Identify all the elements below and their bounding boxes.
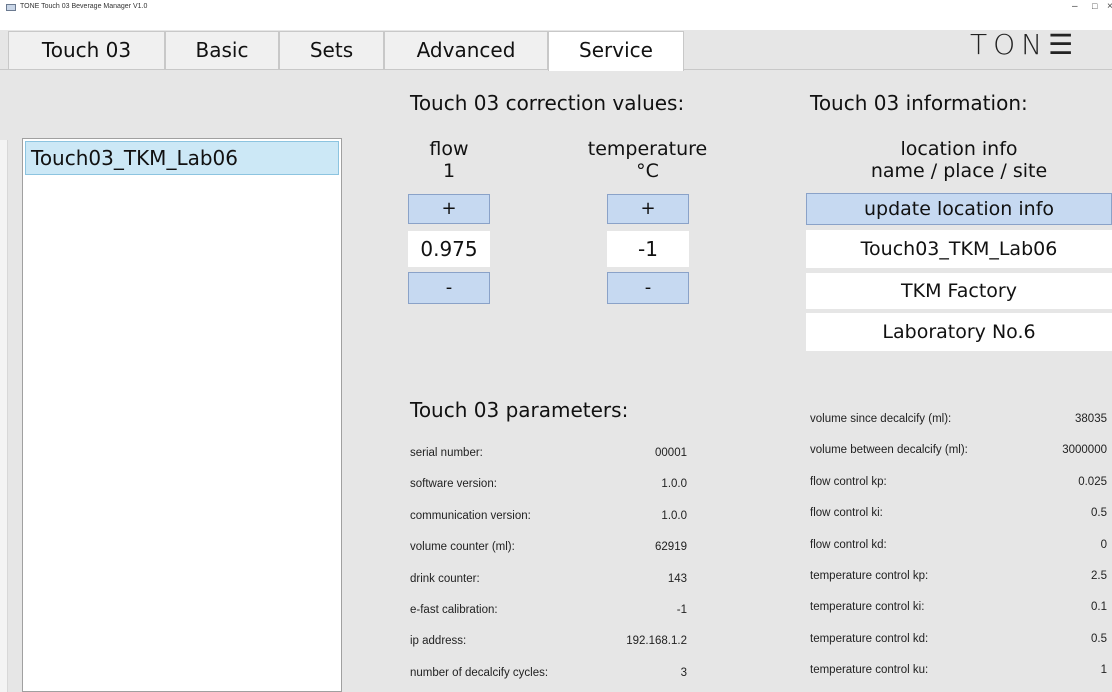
parameter-value: 0.1	[1091, 601, 1107, 614]
flow-value[interactable]: 0.975	[408, 231, 490, 267]
parameter-value: 1.0.0	[661, 478, 687, 491]
parameter-value: 0.5	[1091, 632, 1107, 645]
window-title: TONE Touch 03 Beverage Manager V1.0	[20, 3, 148, 10]
parameter-label: temperature control ku:	[810, 664, 929, 677]
parameter-label: ip address:	[410, 635, 467, 648]
parameter-label: communication version:	[410, 509, 531, 522]
parameter-row: temperature control kd: 0.5	[810, 633, 1107, 653]
parameter-row: flow control kp: 0.025	[810, 476, 1107, 496]
parameter-label: flow control kp:	[810, 475, 887, 488]
parameter-label: temperature control kp:	[810, 570, 929, 582]
parameter-label: volume between decalcify (ml):	[810, 444, 968, 457]
parameter-row: ip address: 192.168.1.2	[410, 635, 687, 655]
parameter-row: communication version: 1.0.0	[410, 510, 687, 530]
tone-logo: TON☰	[970, 28, 1080, 61]
temperature-label-text: temperature	[587, 138, 708, 160]
left-scroll-strip[interactable]	[0, 140, 8, 692]
app-icon	[6, 4, 16, 11]
parameter-label: volume since decalcify (ml):	[810, 413, 952, 425]
parameter-row: software version: 1.0.0	[410, 478, 687, 498]
location-site-field[interactable]: Laboratory No.6	[806, 313, 1112, 351]
parameter-value: 62919	[655, 541, 687, 554]
tab-basic[interactable]: Basic	[165, 31, 279, 69]
flow-unit: 1	[442, 160, 456, 182]
information-heading: Touch 03 information:	[810, 91, 1028, 115]
parameter-label: flow control ki:	[810, 507, 883, 520]
parameter-label: drink counter:	[410, 572, 480, 585]
parameter-value: 2.5	[1091, 570, 1107, 582]
parameter-row: e-fast calibration: -1	[410, 604, 687, 624]
tab-sets[interactable]: Sets	[279, 31, 384, 69]
maximize-button[interactable]: □	[1092, 1, 1097, 11]
parameter-value: 1	[1100, 664, 1107, 677]
title-bar: TONE Touch 03 Beverage Manager V1.0 – □ …	[0, 0, 1112, 30]
temperature-value[interactable]: -1	[607, 231, 689, 267]
parameter-value: 38035	[1075, 413, 1107, 425]
parameter-value: 192.168.1.2	[626, 635, 687, 648]
parameter-row: temperature control ki: 0.1	[810, 601, 1107, 621]
flow-plus-button[interactable]: +	[408, 194, 490, 224]
close-button[interactable]: ×	[1107, 1, 1112, 12]
parameter-label: volume counter (ml):	[410, 541, 515, 554]
parameter-value: 0.5	[1091, 507, 1107, 520]
temperature-minus-button[interactable]: -	[607, 272, 689, 304]
flow-label: flow 1	[408, 138, 490, 182]
location-info-line1: location info	[900, 138, 1018, 160]
flow-minus-button[interactable]: -	[408, 272, 490, 304]
parameter-label: temperature control kd:	[810, 632, 929, 645]
parameter-label: flow control kd:	[810, 538, 887, 551]
device-list-item[interactable]: Touch03_TKM_Lab06	[25, 141, 339, 175]
parameter-label: e-fast calibration:	[410, 604, 498, 616]
parameter-row: volume since decalcify (ml): 38035	[810, 413, 1107, 433]
parameter-label: software version:	[410, 478, 497, 491]
parameter-value: 3000000	[1062, 444, 1107, 457]
parameter-row: flow control ki: 0.5	[810, 507, 1107, 527]
update-location-info-button[interactable]: update location info	[806, 193, 1112, 225]
location-name-field[interactable]: Touch03_TKM_Lab06	[806, 230, 1112, 268]
flow-label-text: flow	[429, 138, 469, 160]
parameter-value: 1.0.0	[661, 509, 687, 522]
temperature-unit: °C	[636, 160, 659, 182]
parameter-row: volume between decalcify (ml): 3000000	[810, 444, 1107, 464]
parameter-row: drink counter: 143	[410, 573, 687, 593]
temperature-label: temperature °C	[570, 138, 725, 182]
minimize-button[interactable]: –	[1072, 1, 1078, 12]
parameter-row: volume counter (ml): 62919	[410, 541, 687, 561]
parameter-row: serial number: 00001	[410, 447, 687, 467]
location-info-line2: name / place / site	[870, 160, 1048, 182]
tab-touch03[interactable]: Touch 03	[8, 31, 165, 69]
parameter-value: -1	[676, 604, 687, 616]
parameter-value: 00001	[655, 447, 687, 459]
parameters-heading: Touch 03 parameters:	[410, 398, 629, 422]
parameter-label: number of decalcify cycles:	[410, 666, 549, 679]
parameter-row: temperature control kp: 2.5	[810, 570, 1107, 590]
parameter-value: 143	[667, 572, 687, 585]
temperature-plus-button[interactable]: +	[607, 194, 689, 224]
correction-heading: Touch 03 correction values:	[410, 91, 685, 115]
device-list[interactable]: Touch03_TKM_Lab06	[22, 138, 342, 692]
tab-advanced[interactable]: Advanced	[384, 31, 548, 69]
location-info-label: location info name / place / site	[806, 138, 1112, 182]
parameter-value: 3	[680, 666, 687, 679]
tab-service[interactable]: Service	[548, 31, 684, 71]
location-place-field[interactable]: TKM Factory	[806, 273, 1112, 309]
parameter-label: temperature control ki:	[810, 601, 925, 614]
parameter-value: 0	[1100, 538, 1107, 551]
parameter-row: temperature control ku: 1	[810, 664, 1107, 684]
parameter-row: flow control kd: 0	[810, 539, 1107, 559]
parameter-row: number of decalcify cycles: 3	[410, 667, 687, 687]
parameter-value: 0.025	[1078, 475, 1107, 488]
parameter-label: serial number:	[410, 447, 483, 459]
